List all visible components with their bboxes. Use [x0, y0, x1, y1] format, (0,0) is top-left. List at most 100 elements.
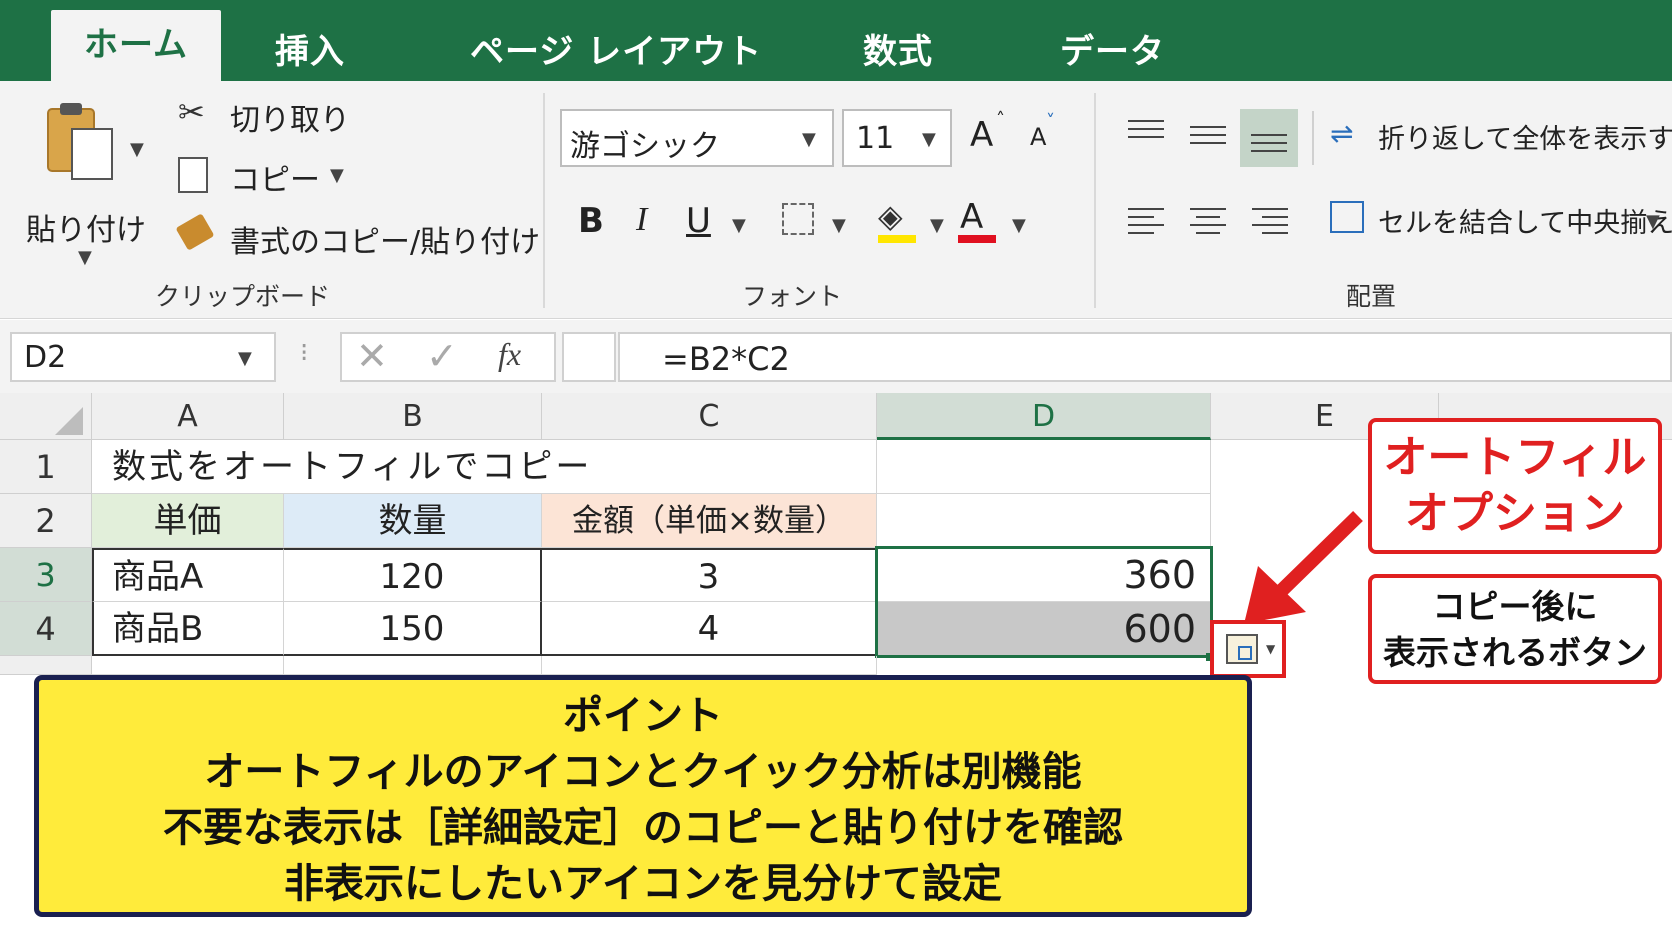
column-header-c[interactable]: C	[542, 393, 877, 440]
merge-center-button[interactable]: セルを結合して中央揃え ▼	[1328, 195, 1672, 243]
chevron-down-icon[interactable]: ▼	[1646, 211, 1660, 232]
formula-spacer	[562, 332, 616, 382]
align-top-icon[interactable]	[1126, 117, 1166, 147]
chevron-down-icon[interactable]: ▼	[732, 215, 746, 236]
divider	[1312, 111, 1314, 165]
wrap-text-button[interactable]: ⇌ 折り返して全体を表示する	[1328, 115, 1672, 159]
group-label-clipboard: クリップボード	[155, 282, 331, 311]
chevron-down-icon[interactable]: ▼	[130, 139, 144, 160]
cell-a4[interactable]: 商品B	[92, 602, 284, 656]
cell-b5[interactable]	[284, 656, 542, 675]
chevron-down-icon[interactable]: ▼	[1012, 215, 1026, 236]
cell-a2-header[interactable]: 単価	[92, 494, 284, 548]
cell-c4[interactable]: 4	[542, 602, 877, 656]
auto-fill-options-button[interactable]: ▼	[1210, 620, 1286, 678]
callout-desc-line-1: コピー後に	[1432, 587, 1598, 626]
cell-b2-header[interactable]: 数量	[284, 494, 542, 548]
cell-c3[interactable]: 3	[542, 548, 877, 602]
format-painter-button[interactable]: 書式のコピー/貼り付け	[175, 213, 540, 261]
arrow-icon	[1244, 510, 1363, 624]
copy-icon	[178, 157, 208, 193]
select-all-triangle-icon	[55, 407, 83, 435]
format-painter-icon	[175, 213, 215, 251]
fill-color-icon[interactable]: ◈	[878, 197, 903, 235]
formula-input[interactable]: =B2*C2	[618, 332, 1672, 382]
copy-cells-icon	[1238, 646, 1252, 660]
cut-label: 切り取り	[230, 103, 350, 138]
row-header-1[interactable]: 1	[0, 440, 92, 494]
caret-down-icon: ˅	[1046, 111, 1055, 132]
chevron-down-icon: ▼	[922, 129, 936, 150]
group-divider	[1094, 93, 1096, 308]
cell-c5[interactable]	[542, 656, 877, 675]
column-header-b[interactable]: B	[284, 393, 542, 440]
align-left-icon[interactable]	[1126, 205, 1166, 241]
formula-text: =B2*C2	[662, 340, 790, 378]
tab-formulas[interactable]: 数式	[863, 24, 933, 73]
font-size-value: 11	[856, 121, 895, 156]
ribbon-tab-bar: ホーム 挿入 ページ レイアウト 数式 データ	[0, 0, 1672, 81]
cell-c2-header[interactable]: 金額（単価×数量）	[542, 494, 877, 548]
chevron-down-icon[interactable]: ▼	[930, 215, 944, 236]
paste-button[interactable]: ▼ 貼り付け ▼	[22, 95, 146, 268]
paste-label: 貼り付け	[26, 213, 146, 248]
grow-font-button[interactable]: A	[970, 115, 993, 155]
font-name-select[interactable]: 游ゴシック ▼	[560, 109, 834, 167]
point-box: ポイント オートフィルのアイコンとクイック分析は別機能 不要な表示は［詳細設定］…	[34, 675, 1252, 917]
chevron-down-icon[interactable]: ▼	[78, 247, 92, 268]
name-box-value: D2	[24, 340, 67, 375]
row-header-4[interactable]: 4	[0, 602, 92, 656]
column-header-a[interactable]: A	[92, 393, 284, 440]
column-header-d[interactable]: D	[877, 393, 1211, 440]
chevron-down-icon[interactable]: ▼	[330, 165, 344, 186]
tab-insert[interactable]: 挿入	[275, 24, 345, 73]
underline-button[interactable]: U	[686, 201, 711, 241]
select-all-corner[interactable]	[0, 393, 92, 440]
chevron-down-icon: ▼	[238, 348, 252, 369]
row-header-3[interactable]: 3	[0, 548, 92, 602]
name-box[interactable]: D2 ▼	[10, 332, 276, 382]
cell-a5[interactable]	[92, 656, 284, 675]
ribbon: ▼ 貼り付け ▼ ✂ 切り取り コピー ▼ 書式のコピー/貼り付け クリップボー…	[0, 81, 1672, 319]
cell-d2[interactable]	[877, 494, 1211, 548]
group-label-alignment: 配置	[1346, 282, 1397, 311]
tab-data[interactable]: データ	[1060, 24, 1165, 73]
row-header-5[interactable]	[0, 656, 92, 675]
align-right-icon[interactable]	[1250, 205, 1290, 241]
font-size-select[interactable]: 11 ▼	[842, 109, 952, 167]
copy-button[interactable]: コピー ▼	[178, 153, 358, 201]
point-line-3: 非表示にしたいアイコンを見分けて設定	[284, 861, 1002, 907]
callout-title-line-1: オートフィル	[1383, 432, 1647, 483]
tab-home[interactable]: ホーム	[51, 10, 221, 81]
cut-button[interactable]: ✂ 切り取り	[178, 93, 358, 141]
font-name-value: 游ゴシック	[570, 129, 720, 164]
cancel-icon[interactable]: ✕	[356, 334, 388, 378]
cell-a1-title[interactable]: 数式をオートフィルでコピー	[92, 440, 877, 494]
enter-check-icon[interactable]: ✓	[426, 334, 458, 378]
insert-function-button[interactable]: fx	[498, 336, 521, 373]
align-middle-icon[interactable]	[1188, 121, 1228, 151]
callout-title-line-2: オプション	[1405, 488, 1625, 539]
selection-border	[875, 546, 1213, 658]
cell-b4[interactable]: 150	[284, 602, 542, 656]
cell-d1[interactable]	[877, 440, 1211, 494]
cell-b3[interactable]: 120	[284, 548, 542, 602]
align-center-icon[interactable]	[1188, 205, 1228, 241]
row-header-2[interactable]: 2	[0, 494, 92, 548]
borders-icon[interactable]	[782, 203, 814, 235]
tab-page-layout[interactable]: ページ レイアウト	[470, 24, 762, 73]
shrink-font-button[interactable]: A	[1030, 123, 1046, 151]
merge-cells-icon	[1330, 201, 1364, 233]
cell-a3[interactable]: 商品A	[92, 548, 284, 602]
copy-label: コピー	[230, 163, 320, 198]
align-bottom-icon	[1251, 134, 1287, 152]
font-color-button[interactable]: A	[960, 197, 983, 237]
chevron-down-icon: ▼	[802, 129, 816, 150]
format-painter-label: 書式のコピー/貼り付け	[230, 225, 541, 260]
chevron-down-icon[interactable]: ▼	[832, 215, 846, 236]
italic-button[interactable]: I	[636, 201, 647, 239]
group-label-font: フォント	[742, 282, 843, 311]
bold-button[interactable]: B	[578, 201, 604, 241]
align-bottom-button[interactable]	[1240, 109, 1298, 167]
clipboard-paste-icon	[47, 103, 113, 180]
